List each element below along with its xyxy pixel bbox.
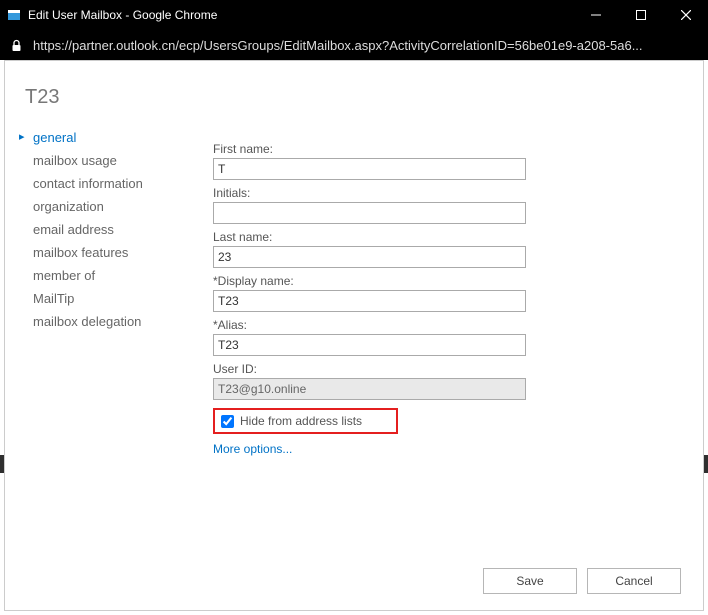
maximize-button[interactable] xyxy=(618,0,663,30)
favicon xyxy=(6,7,22,23)
general-form: First name: Initials: Last name: *Displa… xyxy=(213,136,533,458)
hide-from-lists-highlight: Hide from address lists xyxy=(213,408,398,434)
hide-from-lists-label: Hide from address lists xyxy=(240,414,362,428)
more-options-link[interactable]: More options... xyxy=(213,442,292,456)
hide-from-lists-checkbox[interactable] xyxy=(221,415,234,428)
save-button[interactable]: Save xyxy=(483,568,577,594)
sidebar-item-mailbox-usage[interactable]: mailbox usage xyxy=(19,149,189,172)
user-id-value: T23@g10.online xyxy=(213,378,526,400)
address-bar-url[interactable]: https://partner.outlook.cn/ecp/UsersGrou… xyxy=(33,38,698,53)
display-name-label: *Display name: xyxy=(213,274,533,288)
shadow-edge-right xyxy=(704,455,708,473)
first-name-field[interactable] xyxy=(213,158,526,180)
initials-field[interactable] xyxy=(213,202,526,224)
sidebar-item-email-address[interactable]: email address xyxy=(19,218,189,241)
last-name-label: Last name: xyxy=(213,230,533,244)
initials-label: Initials: xyxy=(213,186,533,200)
user-id-label: User ID: xyxy=(213,362,533,376)
alias-label: *Alias: xyxy=(213,318,533,332)
display-name-field[interactable] xyxy=(213,290,526,312)
sidebar-item-mailbox-features[interactable]: mailbox features xyxy=(19,241,189,264)
sidebar-item-contact-information[interactable]: contact information xyxy=(19,172,189,195)
sidebar-item-organization[interactable]: organization xyxy=(19,195,189,218)
sidebar-item-mailbox-delegation[interactable]: mailbox delegation xyxy=(19,310,189,333)
page-title: T23 xyxy=(25,86,59,109)
cancel-button[interactable]: Cancel xyxy=(587,568,681,594)
sidebar-item-member-of[interactable]: member of xyxy=(19,264,189,287)
first-name-label: First name: xyxy=(213,142,533,156)
sidebar-item-general[interactable]: general xyxy=(19,126,189,149)
alias-field[interactable] xyxy=(213,334,526,356)
last-name-field[interactable] xyxy=(213,246,526,268)
close-button[interactable] xyxy=(663,0,708,30)
sidebar: general mailbox usage contact informatio… xyxy=(19,126,189,333)
minimize-button[interactable] xyxy=(573,0,618,30)
sidebar-item-mailtip[interactable]: MailTip xyxy=(19,287,189,310)
window-title: Edit User Mailbox - Google Chrome xyxy=(28,8,573,22)
lock-icon xyxy=(10,39,23,52)
